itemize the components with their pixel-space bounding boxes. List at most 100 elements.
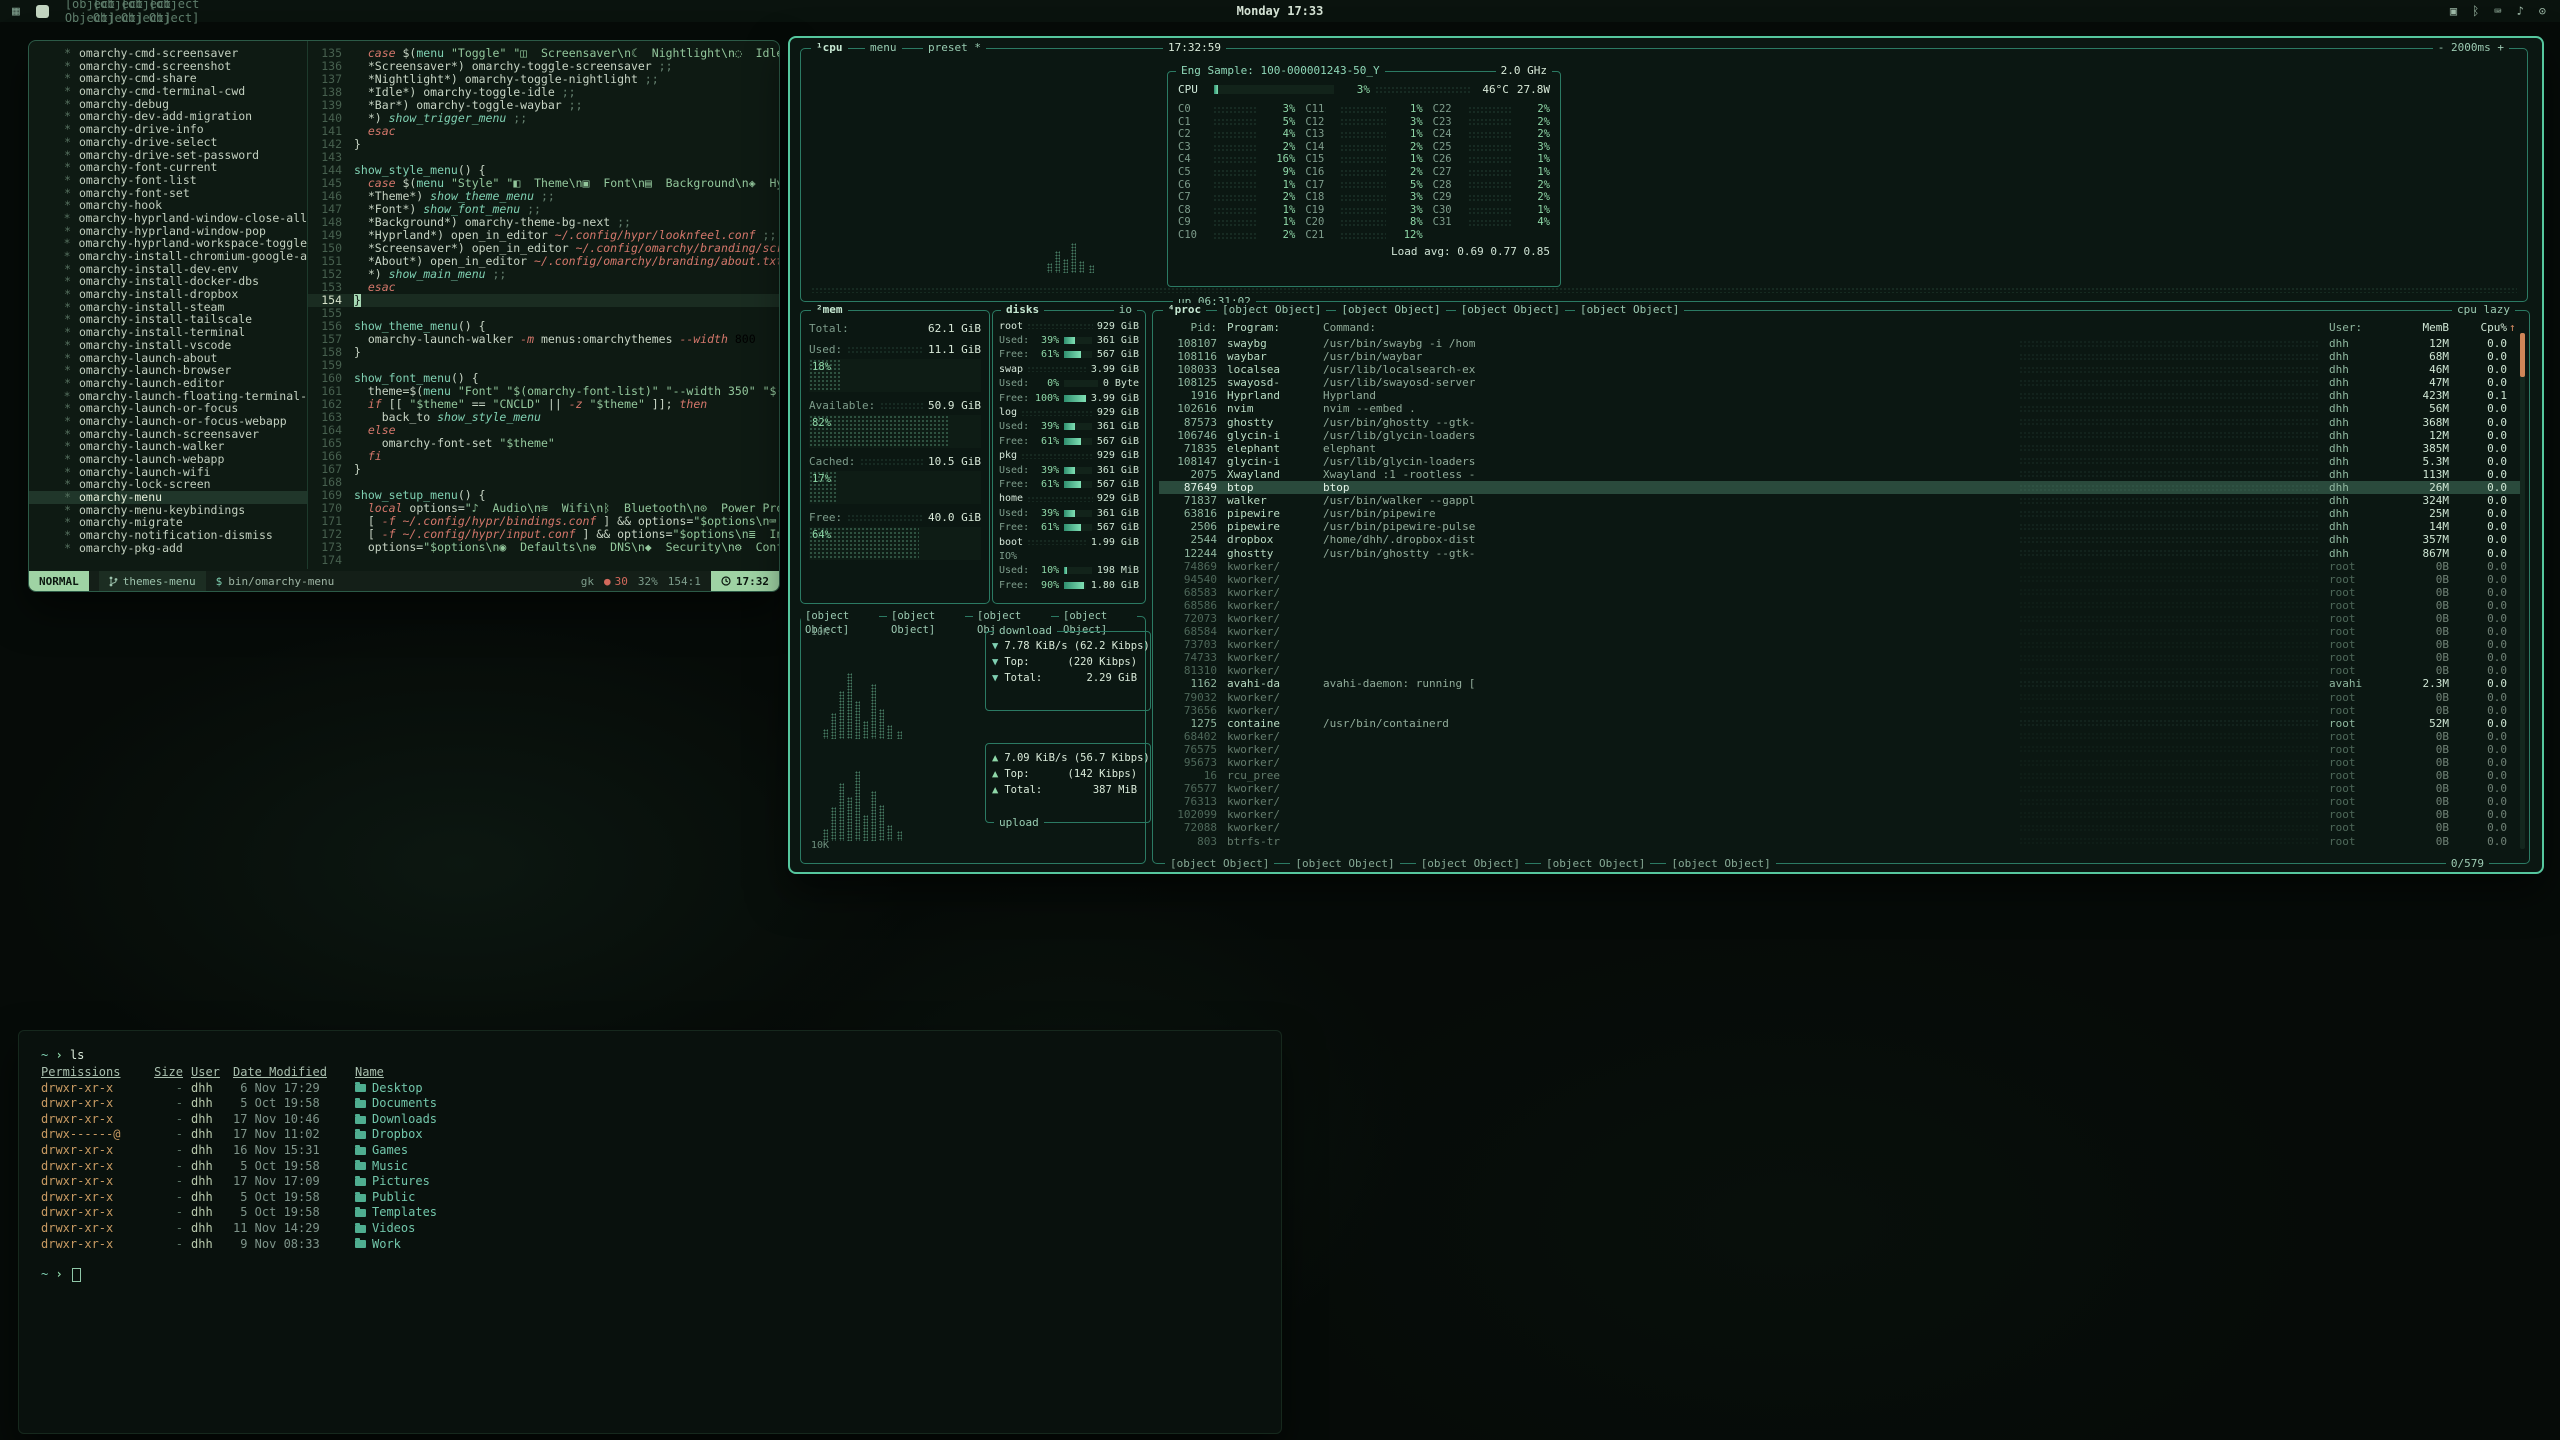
bluetooth-icon[interactable]: ᛒ [2472, 4, 2479, 18]
keyboard-icon[interactable]: ⌨ [2494, 4, 2501, 18]
file-item[interactable]: * omarchy-install-chromium-google-a [29, 250, 307, 263]
process-row[interactable]: 68583 kworker/ root 0B 0.0 [1159, 586, 2523, 599]
process-row[interactable]: 108147 glycin-i /usr/lib/glycin-loaders … [1159, 455, 2523, 468]
code-line[interactable]: 168 [308, 476, 779, 489]
code-line[interactable]: 169 show_setup_menu() { [308, 489, 779, 502]
code-line[interactable]: 137 *Nightlight*) omarchy-toggle-nightli… [308, 73, 779, 86]
file-item[interactable]: * omarchy-launch-editor [29, 377, 307, 390]
btop-menu-button[interactable]: menu [865, 41, 902, 55]
file-item[interactable]: * omarchy-launch-webapp [29, 453, 307, 466]
code-line[interactable]: 154 } [308, 294, 779, 307]
code-line[interactable]: 142 } [308, 138, 779, 151]
proc-option-button[interactable]: [object Object] [1217, 303, 1326, 317]
process-row[interactable]: 1162 avahi-da avahi-daemon: running [ av… [1159, 677, 2523, 690]
io-mode-toggle[interactable]: io [1114, 303, 1137, 317]
process-row[interactable]: 16 rcu_pree root 0B 0.0 [1159, 769, 2523, 782]
code-line[interactable]: 145 case $(menu "Style" "◧ Theme\n▣ Font… [308, 177, 779, 190]
code-line[interactable]: 158 } [308, 346, 779, 359]
code-line[interactable]: 167 } [308, 463, 779, 476]
process-row[interactable]: 73656 kworker/ root 0B 0.0 [1159, 704, 2523, 717]
process-row[interactable]: 108107 swaybg /usr/bin/swaybg -i /hom dh… [1159, 337, 2523, 350]
volume-icon[interactable]: ♪ [2517, 4, 2524, 18]
code-line[interactable]: 170 local options="♪ Audio\n≋ Wifi\nᛒ Bl… [308, 502, 779, 515]
process-row[interactable]: 94540 kworker/ root 0B 0.0 [1159, 573, 2523, 586]
tab-cpu[interactable]: ¹cpu [811, 41, 848, 55]
code-line[interactable]: 163 back_to show_style_menu [308, 411, 779, 424]
code-line[interactable]: 138 *Idle*) omarchy-toggle-idle ;; [308, 86, 779, 99]
code-line[interactable]: 149 *Hyprland*) open_in_editor ~/.config… [308, 229, 779, 242]
code-line[interactable]: 161 theme=$(menu "Font" "$(omarchy-font-… [308, 385, 779, 398]
proc-option-button[interactable]: [object Object] [1575, 303, 1684, 317]
proc-footer-button[interactable]: [object Object] [1165, 857, 1274, 871]
code-line[interactable]: 156 show_theme_menu() { [308, 320, 779, 333]
code-line[interactable]: 152 *) show_main_menu ;; [308, 268, 779, 281]
proc-option-button[interactable]: [object Object] [1456, 303, 1565, 317]
process-row[interactable]: 76313 kworker/ root 0B 0.0 [1159, 795, 2523, 808]
process-row[interactable]: 68586 kworker/ root 0B 0.0 [1159, 599, 2523, 612]
process-row[interactable]: 102616 nvim nvim --embed . dhh 56M 0.0 [1159, 402, 2523, 415]
proc-sort-mode[interactable]: cpu lazy [2452, 303, 2515, 317]
code-line[interactable]: 141 esac [308, 125, 779, 138]
file-item[interactable]: * omarchy-cmd-screensaver [29, 47, 307, 60]
process-row[interactable]: 71837 walker /usr/bin/walker --gappl dhh… [1159, 494, 2523, 507]
process-row[interactable]: 76577 kworker/ root 0B 0.0 [1159, 782, 2523, 795]
process-row[interactable]: 72088 kworker/ root 0B 0.0 [1159, 821, 2523, 834]
file-item[interactable]: * omarchy-font-current [29, 161, 307, 174]
proc-scrollbar-thumb[interactable] [2520, 333, 2525, 377]
tab-disks[interactable]: disks [1001, 303, 1044, 317]
process-row[interactable]: 1916 Hyprland Hyprland dhh 423M 0.1 [1159, 389, 2523, 402]
process-row[interactable]: 68584 kworker/ root 0B 0.0 [1159, 625, 2523, 638]
sort-direction-icon[interactable]: ↑ [2509, 321, 2523, 334]
code-line[interactable]: 165 omarchy-font-set "$theme" [308, 437, 779, 450]
terminal-prompt-line[interactable]: ~ › [41, 1266, 1259, 1282]
code-line[interactable]: 139 *Bar*) omarchy-toggle-waybar ;; [308, 99, 779, 112]
code-line[interactable]: 162 if [[ "$theme" == "CNCLD" || -z "$th… [308, 398, 779, 411]
code-line[interactable]: 143 [308, 151, 779, 164]
process-row[interactable]: 1275 containe /usr/bin/containerd root 5… [1159, 717, 2523, 730]
btop-preset-button[interactable]: preset * [923, 41, 986, 55]
proc-footer-button[interactable]: [object Object] [1666, 857, 1775, 871]
process-row[interactable]: 108125 swayosd- /usr/lib/swayosd-server … [1159, 376, 2523, 389]
terminal-window[interactable]: ~ › ls Permissions Size User Date Modifi… [18, 1030, 1282, 1434]
code-line[interactable]: 174 [308, 554, 779, 567]
code-line[interactable]: 140 *) show_trigger_menu ;; [308, 112, 779, 125]
process-row[interactable]: 12244 ghostty /usr/bin/ghostty --gtk- dh… [1159, 547, 2523, 560]
process-row[interactable]: 106746 glycin-i /usr/lib/glycin-loaders … [1159, 429, 2523, 442]
proc-footer-button[interactable]: [object Object] [1416, 857, 1525, 871]
file-item[interactable]: * omarchy-drive-info [29, 123, 307, 136]
code-line[interactable]: 136 *Screensaver*) omarchy-toggle-screen… [308, 60, 779, 73]
file-item[interactable]: * omarchy-launch-or-focus-webapp [29, 415, 307, 428]
process-row[interactable]: 108116 waybar /usr/bin/waybar dhh 68M 0.… [1159, 350, 2523, 363]
code-line[interactable]: 159 [308, 359, 779, 372]
code-line[interactable]: 146 *Theme*) show_theme_menu ;; [308, 190, 779, 203]
process-row[interactable]: 63816 pipewire /usr/bin/pipewire dhh 25M… [1159, 507, 2523, 520]
file-item[interactable]: * omarchy-notification-dismiss [29, 529, 307, 542]
code-line[interactable]: 144 show_style_menu() { [308, 164, 779, 177]
process-row[interactable]: 102099 kworker/ root 0B 0.0 [1159, 808, 2523, 821]
code-line[interactable]: 171 [ -f ~/.config/hypr/bindings.conf ] … [308, 515, 779, 528]
code-line[interactable]: 173 options="$options\n◉ Defaults\n⊕ DNS… [308, 541, 779, 554]
process-row[interactable]: 2544 dropbox /home/dhh/.dropbox-dist dhh… [1159, 533, 2523, 546]
code-line[interactable]: 151 *About*) open_in_editor ~/.config/om… [308, 255, 779, 268]
process-row[interactable]: 71835 elephant elephant dhh 385M 0.0 [1159, 442, 2523, 455]
file-item[interactable]: * omarchy-font-list [29, 174, 307, 187]
proc-option-button[interactable]: [object Object] [1336, 303, 1445, 317]
process-row[interactable]: 79032 kworker/ root 0B 0.0 [1159, 691, 2523, 704]
file-item[interactable]: * omarchy-install-terminal [29, 326, 307, 339]
file-item[interactable]: * omarchy-install-dropbox [29, 288, 307, 301]
code-line[interactable]: 157 omarchy-launch-walker -m menus:omarc… [308, 333, 779, 346]
file-item[interactable]: * omarchy-cmd-terminal-cwd [29, 85, 307, 98]
tab-proc[interactable]: ⁴proc [1163, 303, 1206, 317]
code-line[interactable]: 172 [ -f ~/.config/hypr/input.conf ] && … [308, 528, 779, 541]
file-item[interactable]: * omarchy-drive-select [29, 136, 307, 149]
file-item[interactable]: * omarchy-pkg-add [29, 542, 307, 555]
process-row[interactable]: 87649 btop btop dhh 26M 0.0 [1159, 481, 2523, 494]
tab-mem[interactable]: ²mem [811, 303, 848, 317]
code-line[interactable]: 135 case $(menu "Toggle" "◫ Screensaver\… [308, 47, 779, 60]
file-item[interactable]: * omarchy-launch-browser [29, 364, 307, 377]
proc-footer-button[interactable]: [object Object] [1290, 857, 1399, 871]
update-interval-control[interactable]: - 2000ms + [2433, 41, 2509, 55]
process-row[interactable]: 2075 Xwayland Xwayland :1 -rootless - dh… [1159, 468, 2523, 481]
process-row[interactable]: 73703 kworker/ root 0B 0.0 [1159, 638, 2523, 651]
code-line[interactable]: 148 *Background*) omarchy-theme-bg-next … [308, 216, 779, 229]
